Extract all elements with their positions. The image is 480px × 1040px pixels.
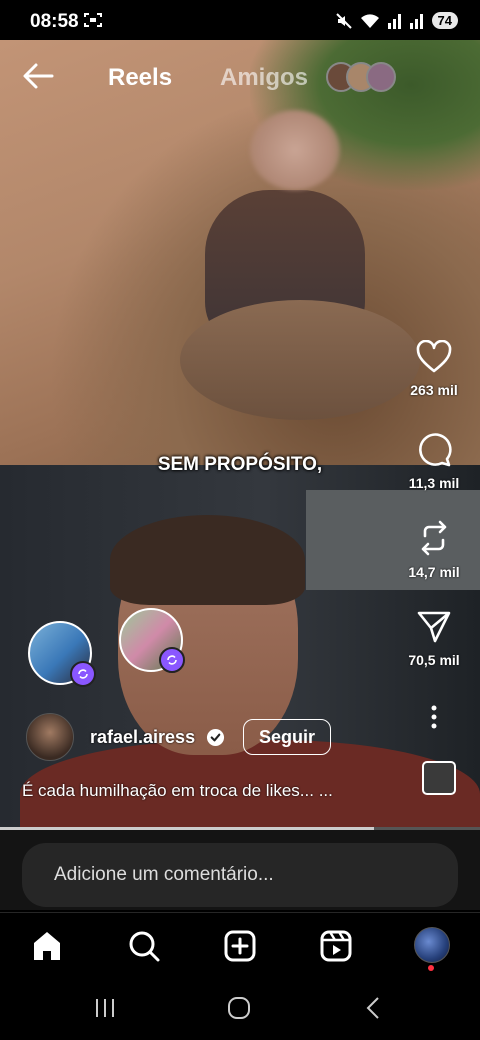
- mute-icon: [335, 12, 352, 29]
- repost-count: 14,7 mil: [408, 564, 460, 580]
- arrow-left-icon[interactable]: [22, 62, 54, 90]
- reels-icon[interactable]: [319, 929, 353, 963]
- more-vertical-icon: [431, 705, 437, 729]
- tab-reels[interactable]: Reels: [108, 64, 172, 92]
- friend-avatar: [366, 62, 396, 92]
- blurred-face: [250, 110, 340, 190]
- home-icon[interactable]: [30, 929, 64, 963]
- heart-icon: [416, 340, 452, 373]
- share-button[interactable]: 70,5 mil: [398, 610, 470, 668]
- send-icon: [417, 611, 451, 643]
- repost-badge-icon: [70, 661, 96, 687]
- repost-button[interactable]: 14,7 mil: [398, 520, 470, 580]
- recent-apps-icon[interactable]: [93, 996, 117, 1020]
- bottom-nav: [0, 912, 480, 981]
- home-system-icon[interactable]: [227, 996, 251, 1020]
- profile-avatar[interactable]: [414, 927, 450, 963]
- author-username[interactable]: rafael.airess: [90, 727, 195, 748]
- tab-amigos[interactable]: Amigos: [220, 64, 308, 92]
- comment-button[interactable]: 11,3 mil: [398, 431, 470, 491]
- comment-icon: [419, 433, 452, 467]
- plus-square-icon[interactable]: [223, 929, 257, 963]
- repost-icon: [421, 520, 447, 556]
- status-time: 08:58: [30, 11, 79, 32]
- verified-badge-icon: [206, 728, 225, 747]
- wifi-icon: [360, 13, 379, 28]
- back-system-icon[interactable]: [364, 996, 384, 1020]
- reels-top-bar: Reels Amigos: [0, 56, 480, 98]
- video-figure-legs: [180, 300, 420, 420]
- repost-badge-icon: [159, 647, 185, 673]
- audio-thumbnail[interactable]: [422, 761, 456, 795]
- like-count: 263 mil: [410, 382, 458, 398]
- follow-button[interactable]: Seguir: [243, 719, 331, 755]
- video-man-hair: [110, 515, 305, 605]
- status-bar: 08:58 74: [0, 0, 480, 40]
- signal-icon-2: [409, 13, 423, 29]
- notification-dot: [428, 965, 434, 971]
- signal-icon: [387, 13, 401, 29]
- comment-input[interactable]: Adicione um comentário...: [22, 843, 458, 907]
- author-avatar[interactable]: [26, 713, 74, 761]
- system-nav-bar: [0, 980, 480, 1040]
- friends-avatars[interactable]: [324, 60, 396, 92]
- screen-record-icon: [84, 13, 102, 27]
- like-button[interactable]: 263 mil: [398, 340, 470, 398]
- status-icons: 74: [335, 12, 458, 29]
- reel-caption[interactable]: É cada humilhação em troca de likes... .…: [22, 781, 333, 801]
- share-count: 70,5 mil: [408, 652, 460, 668]
- comment-count: 11,3 mil: [408, 475, 460, 491]
- battery-level: 74: [431, 12, 458, 29]
- more-options-button[interactable]: [398, 704, 470, 730]
- search-icon[interactable]: [127, 929, 161, 963]
